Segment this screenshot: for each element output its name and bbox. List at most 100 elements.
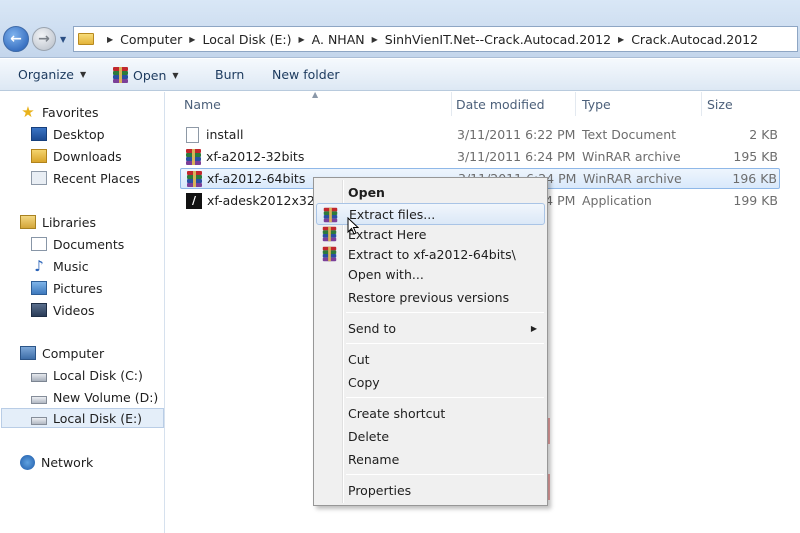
pictures-icon [31,281,47,295]
menu-separator [346,343,544,344]
address-bar-area: ← → ▼ ▶ Computer ▶ Local Disk (E:) ▶ A. … [0,0,800,58]
menu-open-with[interactable]: Open with... [316,263,545,285]
nav-recent-places[interactable]: Recent Places [31,168,140,188]
nav-network[interactable]: Network [20,452,93,472]
file-type: Text Document [582,127,677,142]
menu-label: Properties [348,482,412,498]
nav-label: Downloads [53,148,122,164]
file-row-install[interactable]: install 3/11/2011 6:22 PM Text Document … [180,124,780,145]
breadcrumb-sinhvienit[interactable]: SinhVienIT.Net--Crack.Autocad.2012 [385,32,611,47]
nav-label: New Volume (D:) [53,389,159,405]
application-icon: ∕ [186,192,202,209]
recent-pages-dropdown-icon[interactable]: ▼ [60,35,66,44]
chevron-right-icon[interactable]: ▶ [107,35,113,44]
back-button[interactable]: ← [3,26,29,52]
file-type: WinRAR archive [582,149,681,164]
column-label: Size [707,96,733,112]
forward-button[interactable]: → [32,27,56,51]
navigation-pane: ★ Favorites Desktop Downloads Recent Pla… [0,92,165,533]
chevron-right-icon: ▶ [530,323,537,333]
burn-label: Burn [215,67,245,82]
chevron-right-icon[interactable]: ▶ [189,35,195,44]
nav-favorites[interactable]: ★ Favorites [20,102,98,122]
menu-label: Rename [348,451,400,467]
column-header-name[interactable]: Name [184,92,452,116]
hard-drive-icon [31,417,47,425]
file-row-32bits[interactable]: xf-a2012-32bits 3/11/2011 6:24 PM WinRAR… [180,146,780,167]
column-header-type[interactable]: Type [582,92,702,116]
file-size: 196 KB [732,171,777,186]
file-name: xf-a2012-32bits [206,149,305,164]
mouse-cursor-icon [347,217,359,235]
nav-label: Documents [53,236,125,252]
menu-restore-previous[interactable]: Restore previous versions [316,286,545,308]
chevron-right-icon[interactable]: ▶ [299,35,305,44]
new-folder-button[interactable]: New folder [272,67,340,82]
menu-label: Extract Here [348,226,427,242]
file-size: 199 KB [733,193,778,208]
organize-label: Organize [18,67,74,82]
nav-libraries[interactable]: Libraries [20,212,96,232]
column-label: Name [184,96,221,112]
breadcrumb-computer[interactable]: Computer [120,32,182,47]
breadcrumb-crack-autocad[interactable]: Crack.Autocad.2012 [631,32,758,47]
chevron-right-icon[interactable]: ▶ [618,35,624,44]
nav-computer[interactable]: Computer [20,343,104,363]
menu-delete[interactable]: Delete [316,425,545,447]
nav-downloads[interactable]: Downloads [31,146,122,166]
computer-icon [20,346,36,360]
menu-separator [346,312,544,313]
column-header-date[interactable]: Date modified [456,92,576,116]
nav-label: Videos [53,302,95,318]
menu-cut[interactable]: Cut [316,348,545,370]
menu-copy[interactable]: Copy [316,371,545,393]
nav-documents[interactable]: Documents [31,234,124,254]
file-name: xf-adesk2012x32 [207,193,315,208]
new-folder-label: New folder [272,67,340,82]
nav-local-disk-e[interactable]: Local Disk (E:) [1,408,164,428]
nav-videos[interactable]: Videos [31,300,95,320]
menu-label: Send to [348,320,397,336]
nav-desktop[interactable]: Desktop [31,124,105,144]
open-button[interactable]: Open ▼ [113,67,179,83]
recent-places-icon [31,171,47,185]
file-date: 3/11/2011 6:24 PM [457,149,576,164]
breadcrumb-local-disk-e[interactable]: Local Disk (E:) [202,32,291,47]
menu-label: Create shortcut [348,405,446,421]
downloads-folder-icon [31,149,47,163]
folder-icon [78,33,94,45]
command-bar: Organize ▼ Open ▼ Burn New folder [0,59,800,91]
menu-label: Open with... [348,266,424,282]
column-label: Date modified [456,96,545,112]
nav-new-volume-d[interactable]: New Volume (D:) [31,387,158,407]
hard-drive-icon [31,396,47,404]
organize-button[interactable]: Organize ▼ [18,67,86,82]
menu-rename[interactable]: Rename [316,448,545,470]
open-label: Open [133,67,167,83]
winrar-icon [113,67,128,83]
burn-button[interactable]: Burn [215,67,244,82]
file-type: Application [582,193,652,208]
menu-create-shortcut[interactable]: Create shortcut [316,402,545,424]
nav-local-disk-c[interactable]: Local Disk (C:) [31,365,143,385]
nav-music[interactable]: ♪ Music [31,256,88,276]
address-path[interactable]: ▶ Computer ▶ Local Disk (E:) ▶ A. NHAN ▶… [73,26,798,52]
menu-open[interactable]: Open [316,181,545,203]
nav-label: Computer [42,345,105,361]
menu-label: Delete [348,428,390,444]
column-header-size[interactable]: Size [707,92,787,116]
nav-label: Local Disk (C:) [53,367,143,383]
chevron-right-icon[interactable]: ▶ [372,35,378,44]
menu-properties[interactable]: Properties [316,479,545,501]
menu-send-to[interactable]: Send to ▶ [316,317,545,339]
winrar-icon [322,226,337,242]
file-size: 195 KB [733,149,778,164]
nav-pictures[interactable]: Pictures [31,278,103,298]
menu-extract-to[interactable]: Extract to xf-a2012-64bits\ [316,243,545,265]
menu-separator [346,474,544,475]
breadcrumb-a-nhan[interactable]: A. NHAN [312,32,365,47]
chevron-down-icon: ▼ [80,70,87,79]
nav-label: Local Disk (E:) [53,410,143,426]
chevron-down-icon[interactable]: ▼ [172,71,178,80]
menu-separator [346,397,544,398]
